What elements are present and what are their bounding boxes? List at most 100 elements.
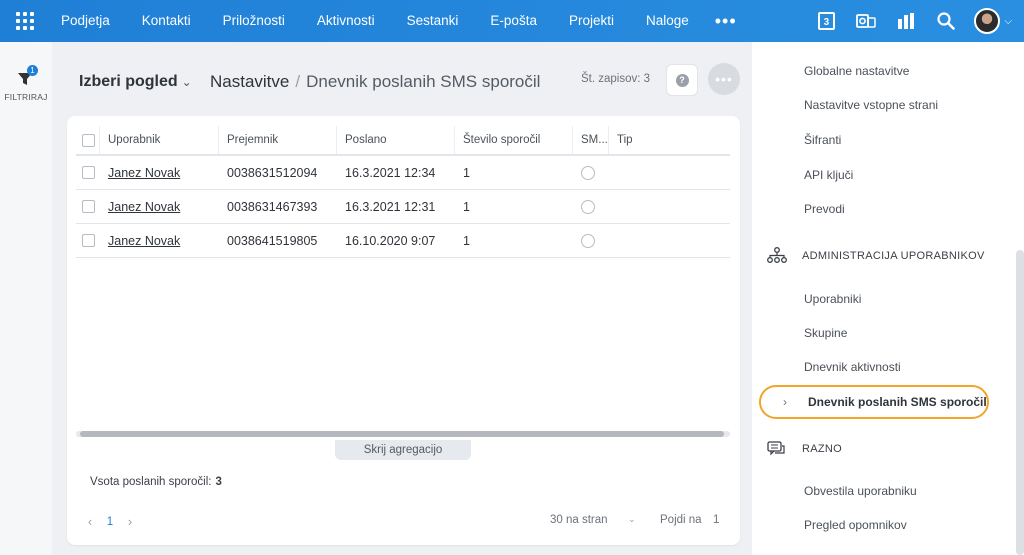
column-header[interactable]: Uporabnik xyxy=(100,126,219,154)
users-hierarchy-icon xyxy=(767,247,787,263)
grid-icon xyxy=(16,12,34,30)
column-header[interactable]: Tip xyxy=(609,126,730,154)
search-button[interactable] xyxy=(926,0,966,42)
user-link[interactable]: Janez Novak xyxy=(108,166,180,180)
vertical-scrollbar[interactable] xyxy=(1016,250,1024,555)
type-cell xyxy=(609,224,730,257)
view-select[interactable]: Izberi pogled ⌄ xyxy=(79,73,192,91)
pagination: ‹ 1 › xyxy=(80,514,140,529)
type-cell xyxy=(609,156,730,189)
funnel-icon: 1 xyxy=(16,65,38,88)
menu-item-codebooks[interactable]: Šifranti xyxy=(804,133,841,147)
nav-item-naloge[interactable]: Naloge xyxy=(630,0,705,42)
filter-rail: 1 FILTRIRAJ xyxy=(0,42,52,555)
table-row[interactable]: Janez Novak 0038641519805 16.10.2020 9:0… xyxy=(76,224,730,258)
question-icon: ? xyxy=(675,73,689,87)
sent-cell: 16.3.2021 12:31 xyxy=(345,199,436,214)
column-header[interactable]: Prejemnik xyxy=(219,126,337,154)
menu-item-reminders[interactable]: Pregled opomnikov xyxy=(804,518,907,532)
sms-log-table: Uporabnik Prejemnik Poslano Število spor… xyxy=(76,126,730,258)
nav-item-sestanki[interactable]: Sestanki xyxy=(391,0,475,42)
per-page-select[interactable]: 30 na stran xyxy=(550,514,608,526)
recipient-cell: 0038631467393 xyxy=(227,199,318,214)
sent-cell: 16.3.2021 12:34 xyxy=(345,165,436,180)
filter-label: FILTRIRAJ xyxy=(4,92,48,102)
select-all-cell xyxy=(76,126,100,154)
more-actions-button[interactable]: ••• xyxy=(708,63,740,95)
app-launcher-button[interactable] xyxy=(0,0,50,42)
top-right-actions: 3 ⌵ xyxy=(806,0,1024,42)
reports-button[interactable] xyxy=(886,0,926,42)
chevron-down-icon: ⌄ xyxy=(628,514,636,524)
outlook-button[interactable] xyxy=(846,0,886,42)
table-row[interactable]: Janez Novak 0038631512094 16.3.2021 12:3… xyxy=(76,156,730,190)
filter-button[interactable]: 1 FILTRIRAJ xyxy=(0,65,52,102)
page-number[interactable]: 1 xyxy=(100,516,120,528)
user-menu[interactable]: ⌵ xyxy=(966,8,1024,34)
menu-item-api-keys[interactable]: API ključi xyxy=(804,168,853,182)
menu-item-sms-log-active[interactable]: › Dnevnik poslanih SMS sporočil xyxy=(759,385,989,419)
help-button[interactable]: ? xyxy=(666,64,698,96)
sms-status-indicator xyxy=(581,233,595,248)
recipient-cell: 0038641519805 xyxy=(227,233,318,248)
message-count-cell: 1 xyxy=(463,233,470,248)
content-card: Uporabnik Prejemnik Poslano Število spor… xyxy=(67,116,740,545)
nav-item-eposta[interactable]: E-pošta xyxy=(474,0,553,42)
nav-item-kontakti[interactable]: Kontakti xyxy=(126,0,207,42)
sms-status-cell xyxy=(573,156,609,189)
breadcrumb-separator: / xyxy=(295,72,301,91)
aggregation-sum: Vsota poslanih sporočil: 3 xyxy=(90,476,222,488)
next-page-button[interactable]: › xyxy=(120,514,140,529)
horizontal-scrollbar[interactable] xyxy=(76,431,730,437)
recipient-cell: 0038631512094 xyxy=(227,165,318,180)
table-row[interactable]: Janez Novak 0038631467393 16.3.2021 12:3… xyxy=(76,190,730,224)
breadcrumb-parent[interactable]: Nastavitve xyxy=(210,72,289,91)
sms-status-indicator xyxy=(581,199,595,214)
row-select-cell xyxy=(76,190,100,223)
column-header[interactable]: Poslano xyxy=(337,126,455,154)
calendar-button[interactable]: 3 xyxy=(806,0,846,42)
menu-item-user-notices[interactable]: Obvestila uporabniku xyxy=(804,484,917,498)
active-menu-label: Dnevnik poslanih SMS sporočil xyxy=(808,395,987,409)
row-checkbox[interactable] xyxy=(82,234,95,247)
column-header[interactable]: SM... xyxy=(573,126,609,154)
chat-icon xyxy=(767,441,785,456)
user-link[interactable]: Janez Novak xyxy=(108,200,180,214)
menu-item-global-settings[interactable]: Globalne nastavitve xyxy=(804,64,909,78)
chevron-down-icon: ⌵ xyxy=(1004,15,1012,27)
row-checkbox[interactable] xyxy=(82,166,95,179)
menu-item-users[interactable]: Uporabniki xyxy=(804,292,861,306)
prev-page-button[interactable]: ‹ xyxy=(80,514,100,529)
menu-item-activity-log[interactable]: Dnevnik aktivnosti xyxy=(804,360,901,374)
row-select-cell xyxy=(76,156,100,189)
sms-status-indicator xyxy=(581,165,595,180)
table-header: Uporabnik Prejemnik Poslano Število spor… xyxy=(76,126,730,156)
sum-label: Vsota poslanih sporočil: xyxy=(90,476,212,488)
nav-item-projekti[interactable]: Projekti xyxy=(553,0,630,42)
user-cell: Janez Novak xyxy=(100,224,219,257)
nav-item-aktivnosti[interactable]: Aktivnosti xyxy=(301,0,391,42)
nav-more-button[interactable]: ••• xyxy=(705,0,747,42)
nav-item-podjetja[interactable]: Podjetja xyxy=(50,0,126,42)
sum-value: 3 xyxy=(215,476,222,488)
chevron-down-icon: ⌄ xyxy=(181,75,192,89)
scrollbar-thumb[interactable] xyxy=(80,431,724,437)
bar-chart-icon xyxy=(898,13,915,29)
hide-aggregation-button[interactable]: Skrij agregacijo xyxy=(335,440,471,460)
nav-item-priloznosti[interactable]: Priložnosti xyxy=(207,0,301,42)
outlook-icon xyxy=(856,14,877,28)
menu-item-landing-settings[interactable]: Nastavitve vstopne strani xyxy=(804,98,938,112)
menu-item-groups[interactable]: Skupine xyxy=(804,326,847,340)
section-title: ADMINISTRACIJA UPORABNIKOV xyxy=(802,250,985,262)
column-header[interactable]: Število sporočil xyxy=(455,126,573,154)
select-all-checkbox[interactable] xyxy=(82,133,95,147)
menu-item-translations[interactable]: Prevodi xyxy=(804,202,845,216)
search-icon xyxy=(937,12,956,30)
filter-count-badge: 1 xyxy=(27,65,38,76)
user-cell: Janez Novak xyxy=(100,156,219,189)
user-link[interactable]: Janez Novak xyxy=(108,234,180,248)
avatar xyxy=(974,8,1001,34)
top-nav-bar: Podjetja Kontakti Priložnosti Aktivnosti… xyxy=(0,0,1024,42)
row-checkbox[interactable] xyxy=(82,200,95,213)
goto-page-input[interactable]: 1 xyxy=(713,514,719,526)
